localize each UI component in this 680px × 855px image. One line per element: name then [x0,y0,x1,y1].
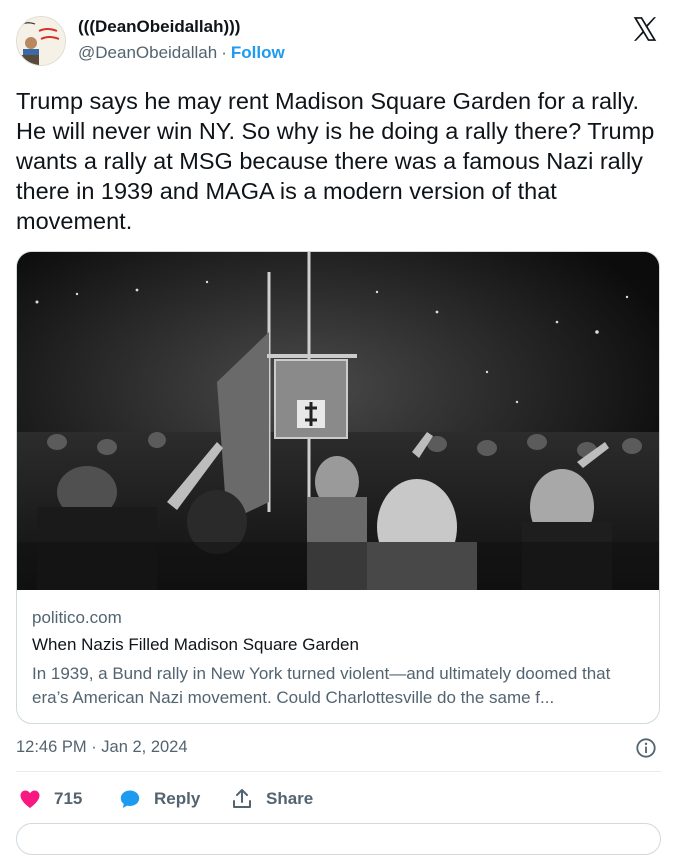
speech-bubble-icon [120,790,140,808]
separator-dot: · [221,43,227,62]
author-handle[interactable]: @DeanObeidallah [78,43,217,62]
share-upload-icon [233,789,251,808]
card-image[interactable] [17,252,659,590]
tweet-header: (((DeanObeidallah))) @DeanObeidallah · Fol… [16,14,664,70]
share-button[interactable]: Share [230,784,313,814]
info-icon[interactable] [635,737,657,759]
like-count: 715 [54,789,83,808]
rally-photo [17,252,659,590]
tweet-text: Trump says he may rent Madison Square Ga… [16,88,661,234]
reply-button[interactable]: Reply [118,784,200,814]
tweet-timestamp[interactable]: 12:46 PM · Jan 2, 2024 [16,738,188,757]
reply-label: Reply [154,789,201,808]
read-replies-box[interactable] [16,823,661,855]
author-display-name[interactable]: (((DeanObeidallah))) [78,17,240,37]
avatar[interactable] [16,16,66,66]
card-description: In 1939, a Bund rally in New York turned… [32,664,611,707]
link-card[interactable]: politico.com When Nazis Filled Madison S… [16,251,660,724]
avatar-image [17,17,65,65]
x-logo-icon[interactable] [630,14,660,44]
divider [16,771,661,772]
card-title[interactable]: When Nazis Filled Madison Square Garden [32,635,359,655]
heart-icon [20,790,40,808]
follow-button[interactable]: Follow [231,43,285,62]
share-label: Share [266,789,314,808]
card-domain: politico.com [32,608,122,627]
action-bar: 715 Reply Share [16,784,661,814]
like-button[interactable]: 715 [18,784,82,814]
author-handle-row: @DeanObeidallah · Follow [78,43,285,63]
